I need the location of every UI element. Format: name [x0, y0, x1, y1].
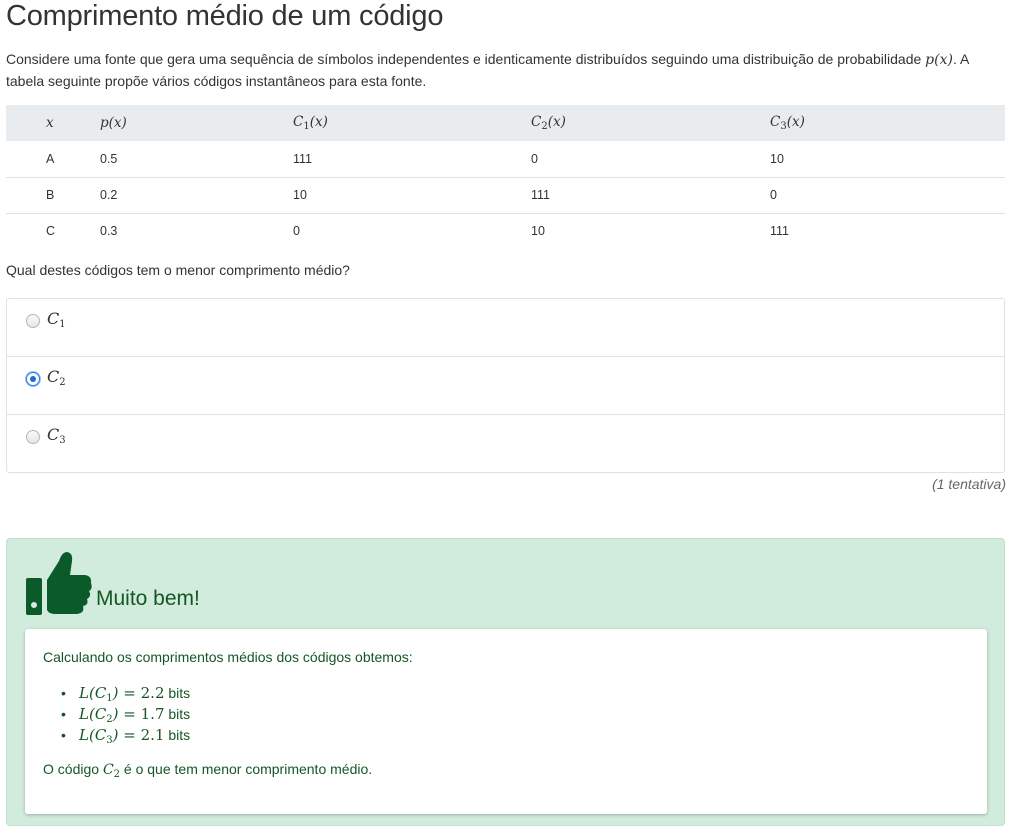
header-code-2: C2(x) — [531, 114, 566, 132]
cell-code-3: 111 — [770, 224, 790, 239]
thumbs-up-icon — [26, 552, 92, 615]
explanation-intro: Calculando os comprimentos médios dos có… — [43, 649, 413, 665]
list-item: L(C3) = 2.1 bits — [61, 725, 190, 746]
header-code-1: C1(x) — [293, 114, 328, 132]
option-label[interactable]: C3 — [47, 425, 66, 446]
page-title: Comprimento médio de um código — [6, 0, 444, 32]
feedback-title: Muito bem! — [96, 587, 200, 610]
radio-c2-selected[interactable] — [26, 372, 40, 386]
list-item: L(C2) = 1.7 bits — [61, 704, 190, 725]
results-list: L(C1) = 2.2 bits L(C2) = 1.7 bits L(C3) … — [61, 683, 190, 746]
table-header-row: x p(x) C1(x) C2(x) C3(x) — [6, 105, 1005, 141]
explanation-conclusion: O código C2 é o que tem menor compriment… — [43, 761, 373, 780]
cell-probability: 0.2 — [100, 188, 118, 202]
table-row: B 0.2 10 111 0 — [6, 177, 1005, 213]
table-row: C 0.3 0 10 111 — [6, 213, 1005, 249]
cell-code-2: 111 — [531, 188, 551, 202]
answer-options: C1 C2 C3 — [6, 298, 1005, 473]
option-c1[interactable]: C1 — [7, 299, 1004, 357]
cell-probability: 0.3 — [100, 224, 118, 239]
cell-code-2: 10 — [531, 224, 545, 239]
cell-code-1: 111 — [293, 151, 313, 166]
header-probability: p(x) — [100, 115, 127, 131]
probability-expression: p(x) — [925, 52, 953, 68]
cell-code-1: 10 — [293, 188, 307, 202]
list-item: L(C1) = 2.2 bits — [61, 683, 190, 704]
cell-code-2: 0 — [531, 151, 538, 166]
radio-c3[interactable] — [26, 430, 40, 444]
table-row: A 0.5 111 0 10 — [6, 141, 1005, 177]
cell-code-3: 0 — [770, 188, 777, 202]
cell-symbol: C — [46, 224, 56, 239]
cell-probability: 0.5 — [100, 151, 118, 166]
problem-statement: Considere uma fonte que gera uma sequênc… — [6, 51, 969, 89]
option-c2[interactable]: C2 — [7, 357, 1004, 415]
option-label[interactable]: C1 — [47, 309, 66, 330]
feedback-panel: Muito bem! Calculando os comprimentos mé… — [6, 538, 1005, 826]
cell-code-3: 10 — [770, 151, 784, 166]
question-text: Qual destes códigos tem o menor comprime… — [6, 262, 350, 278]
option-c3[interactable]: C3 — [7, 415, 1004, 472]
header-symbol: x — [46, 115, 54, 131]
cell-symbol: A — [46, 151, 55, 166]
option-label[interactable]: C2 — [47, 367, 66, 388]
codes-table: x p(x) C1(x) C2(x) C3(x) A 0.5 111 0 10 … — [6, 105, 1005, 249]
attempts-count: (1 tentativa) — [932, 476, 1006, 492]
cell-symbol: B — [46, 188, 55, 202]
cell-code-1: 0 — [293, 224, 300, 239]
feedback-explanation: Calculando os comprimentos médios dos có… — [25, 629, 987, 814]
header-code-3: C3(x) — [770, 114, 805, 132]
radio-c1[interactable] — [26, 314, 40, 328]
